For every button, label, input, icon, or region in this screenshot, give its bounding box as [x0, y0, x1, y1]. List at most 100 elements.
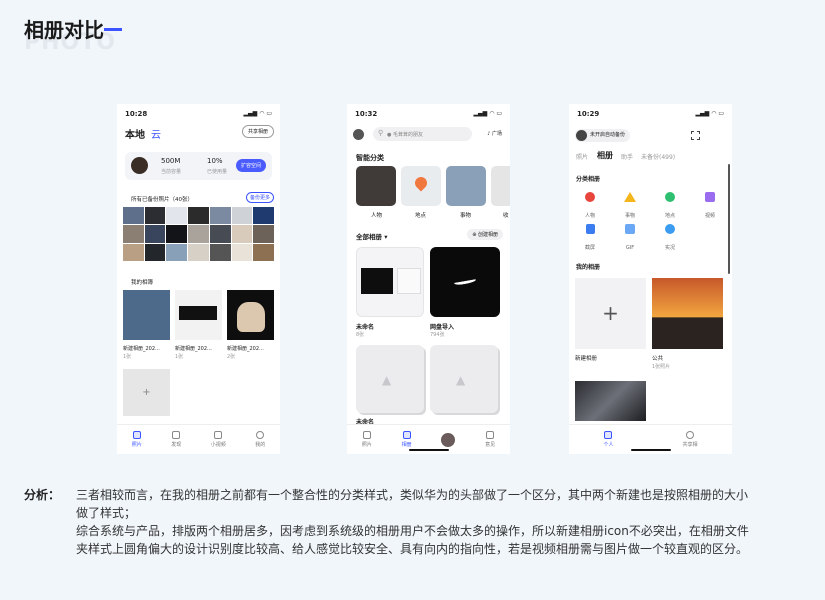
cat-people[interactable]: 人物 — [581, 192, 599, 221]
cat-label: 收 — [503, 213, 509, 219]
analysis-paragraph: 综合系统与产品，排版两个相册居多，因考虑到系统级的相册用户不会做太多的操作，所以… — [76, 524, 749, 556]
feedback-icon — [486, 431, 495, 439]
album-card[interactable] — [175, 290, 222, 340]
avatar[interactable] — [353, 129, 364, 140]
avatar — [576, 130, 587, 141]
tab-discover[interactable]: 发现 — [171, 431, 181, 448]
avatar[interactable] — [131, 157, 148, 174]
status-time: 10:29 — [577, 110, 600, 118]
tab-shared[interactable]: 共享相 — [682, 431, 698, 448]
phone-1: 10:28 ▂▄▆ ◠ ▭ 本地 云 共享相册 500M 当前容量 10% 已使… — [117, 104, 280, 454]
album-count: 1张照片 — [652, 364, 671, 370]
bottom-tabbar: 照片 发现 小视频 我的 — [117, 424, 280, 454]
tab-albums[interactable]: 相册 — [597, 150, 613, 161]
grid-icon — [172, 431, 181, 439]
live-icon — [665, 224, 675, 234]
location-icon — [412, 174, 430, 192]
my-albums-label: 我的相簿 — [131, 280, 154, 286]
storage-label: 当前容量 — [161, 169, 182, 175]
backup-status-chip[interactable]: 未开启自动备份 — [575, 129, 631, 142]
album-card[interactable] — [652, 278, 723, 349]
album-count: 1张 — [123, 354, 132, 360]
gif-icon — [625, 224, 635, 234]
tab-unbacked[interactable]: 未备份(499) — [641, 152, 675, 161]
storage-card: 500M 当前容量 10% 已使用量 扩容空间 — [125, 152, 272, 180]
cat-things[interactable]: 事物 — [621, 192, 639, 221]
tab-short-video[interactable]: 小视频 — [211, 431, 226, 448]
share-album-button[interactable]: 共享相册 — [241, 125, 274, 138]
album-card[interactable] — [356, 247, 424, 317]
tab-photos[interactable]: 照片 — [576, 152, 588, 161]
album-card[interactable]: ▲ — [356, 345, 424, 413]
photo-icon — [604, 431, 613, 439]
tab-local[interactable]: 本地 — [125, 126, 145, 141]
all-albums-dropdown[interactable]: 全部相册 ▾ — [356, 231, 388, 241]
cat-video[interactable]: 视频 — [701, 192, 719, 221]
backup-photo-grid — [123, 207, 274, 261]
search-bar[interactable]: ⚲ ● 毛茸茸的朋友 — [373, 127, 472, 141]
phone-3: 10:29 ▂▄▆ ◠ ▭ 未开启自动备份 照片 相册 助手 未备份(499) … — [569, 104, 732, 454]
album-count: 8张 — [356, 332, 365, 338]
analysis-paragraph: 三者相较而言，在我的相册之前都有一个整合性的分类样式，类似华为的头部做了一个区分… — [76, 488, 749, 520]
status-icons: ▂▄▆ ◠ ▭ — [473, 110, 502, 117]
cat-more[interactable] — [491, 166, 510, 206]
cat-screenshot[interactable]: 截屏 — [581, 224, 599, 253]
album-name: 网盘导入 — [430, 324, 455, 331]
tab-personal[interactable]: 个人 — [603, 431, 614, 448]
tab-assistant[interactable]: 助手 — [621, 152, 633, 161]
cat-place[interactable] — [401, 166, 441, 206]
cat-label: 事物 — [460, 213, 472, 219]
search-icon: ⚲ — [378, 129, 384, 137]
search-placeholder: ● 毛茸茸的朋友 — [387, 132, 423, 138]
album-name: 未命名 — [356, 324, 375, 331]
storage-percent-label: 已使用量 — [207, 169, 228, 175]
tab-albums[interactable]: 相册 — [402, 431, 412, 448]
tab-photos[interactable]: 照片 — [132, 431, 142, 448]
category-title: 分类相册 — [576, 176, 601, 183]
tab-mine[interactable]: 我的 — [255, 431, 265, 448]
storage-percent: 10% — [207, 157, 223, 165]
image-placeholder-icon: ▲ — [382, 373, 392, 387]
new-album-button[interactable]: + — [575, 278, 646, 349]
tab-profile[interactable] — [441, 432, 456, 447]
photo-icon — [132, 431, 141, 439]
tab-cloud[interactable]: 云 — [151, 126, 161, 141]
album-count: 794张 — [430, 332, 445, 338]
status-icons: ▂▄▆ ◠ ▭ — [243, 110, 272, 117]
photo-icon — [362, 431, 371, 439]
tab-photos[interactable]: 照片 — [362, 431, 372, 448]
album-card[interactable] — [227, 290, 274, 340]
cat-place[interactable]: 地点 — [661, 192, 679, 221]
album-name: 新建相册_202... — [123, 346, 160, 352]
create-album-button[interactable]: ⊕ 创建相册 — [467, 229, 503, 240]
cat-things[interactable] — [446, 166, 486, 206]
my-albums-label: 我的相册 — [576, 264, 601, 271]
album-card[interactable] — [575, 381, 646, 421]
cat-gif[interactable]: GIF — [621, 224, 639, 253]
album-icon — [402, 431, 411, 439]
album-card[interactable] — [123, 290, 170, 340]
scan-icon[interactable] — [691, 131, 700, 140]
add-album-button[interactable]: + — [123, 369, 170, 416]
location-icon — [665, 192, 675, 202]
album-card[interactable] — [430, 247, 500, 317]
album-name: 公共 — [652, 356, 664, 362]
status-icons: ▂▄▆ ◠ ▭ — [695, 110, 724, 117]
page-title: 相册对比 — [24, 18, 104, 42]
things-icon — [624, 192, 636, 202]
album-card[interactable]: ▲ — [430, 345, 498, 413]
swoosh-logo — [453, 277, 477, 286]
backup-label: 所有已备份照片（40张） — [131, 197, 193, 203]
album-name: 新建相册_202... — [175, 346, 212, 352]
status-time: 10:28 — [125, 110, 148, 118]
backup-more-button[interactable]: 备份更多 — [245, 192, 274, 203]
cat-people[interactable] — [356, 166, 396, 206]
square-button[interactable]: ♪ 广场 — [487, 130, 502, 137]
cat-live[interactable]: 实况 — [661, 224, 679, 253]
album-name: 新建相册 — [575, 356, 598, 362]
person-icon — [585, 192, 595, 202]
expand-button[interactable]: 扩容空间 — [235, 159, 266, 172]
scrollbar[interactable] — [728, 164, 730, 274]
screenshot-icon — [585, 224, 595, 234]
tab-feedback[interactable]: 意见 — [485, 431, 495, 448]
